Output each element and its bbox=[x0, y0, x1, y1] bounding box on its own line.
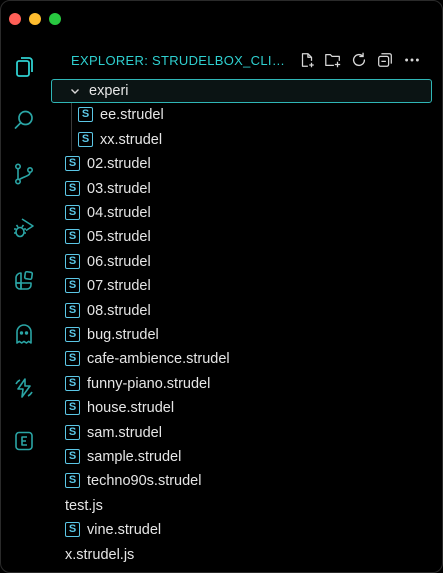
file-label: techno90s.strudel bbox=[87, 473, 202, 490]
tree-item[interactable]: Sbug.strudel bbox=[51, 323, 432, 347]
tree-item[interactable]: S 02.strudel bbox=[51, 152, 432, 176]
strudel-file-icon: S bbox=[65, 351, 80, 367]
file-label: vine.strudel bbox=[87, 522, 162, 539]
file-label: ee.strudel bbox=[100, 107, 164, 124]
new-file-icon[interactable] bbox=[296, 49, 318, 71]
tree-item[interactable]: S 05.strudel bbox=[51, 225, 432, 249]
activity-bar bbox=[1, 41, 47, 572]
folder-experi[interactable]: experi bbox=[51, 79, 432, 103]
tree-item-child[interactable]: See.strudel bbox=[51, 103, 432, 127]
lightning-icon[interactable] bbox=[11, 375, 37, 401]
ghost-icon[interactable] bbox=[11, 321, 37, 347]
file-label: test.js bbox=[65, 497, 103, 514]
tree-item-child[interactable]: Sxx.strudel bbox=[51, 128, 432, 152]
file-label: 04.strudel bbox=[87, 205, 151, 221]
file-label: 03.strudel bbox=[87, 180, 151, 197]
new-folder-icon[interactable] bbox=[322, 49, 344, 71]
file-label: 02.strudel bbox=[87, 156, 151, 173]
run-debug-icon[interactable] bbox=[11, 215, 37, 241]
tree-item[interactable]: S 08.strudel bbox=[51, 299, 432, 323]
strudel-file-icon: S bbox=[65, 156, 80, 172]
collapse-all-icon[interactable] bbox=[374, 49, 396, 71]
file-label: xx.strudel bbox=[100, 131, 163, 148]
file-label: x.strudel.js bbox=[65, 546, 135, 563]
chevron-down-icon bbox=[69, 85, 81, 97]
custom-e-icon[interactable] bbox=[11, 428, 37, 454]
window-controls bbox=[9, 13, 61, 25]
strudel-file-icon: S bbox=[65, 449, 80, 464]
tree-item[interactable]: Svine.strudel bbox=[51, 518, 432, 542]
strudel-file-icon: S bbox=[65, 424, 80, 440]
strudel-file-icon: S bbox=[65, 229, 80, 245]
strudel-file-icon: S bbox=[65, 205, 80, 220]
strudel-file-icon: S bbox=[65, 180, 80, 196]
tree-item[interactable]: Ssam.strudel bbox=[51, 421, 432, 445]
tree-item[interactable]: S 03.strudel bbox=[51, 177, 432, 201]
explorer-title: EXPLORER: STRUDELBOX_CLIENT... bbox=[71, 53, 286, 68]
tree-item[interactable]: S 07.strudel bbox=[51, 274, 432, 298]
strudel-file-icon: S bbox=[65, 278, 80, 294]
file-label: 05.strudel bbox=[87, 229, 151, 246]
maximize-window-button[interactable] bbox=[49, 13, 61, 25]
extensions-icon[interactable] bbox=[11, 268, 37, 294]
editor-window: EXPLORER: STRUDELBOX_CLIENT... experi S … bbox=[0, 0, 443, 573]
file-label: bug.strudel bbox=[87, 327, 159, 343]
refresh-icon[interactable] bbox=[348, 49, 370, 71]
tree-item[interactable]: x.strudel.js bbox=[51, 543, 432, 567]
search-icon[interactable] bbox=[11, 107, 37, 133]
tree-item[interactable]: Ssample.strudel bbox=[51, 445, 432, 469]
file-label: house.strudel bbox=[87, 400, 175, 417]
file-label: funny-piano.strudel bbox=[87, 375, 211, 392]
file-label: cafe-ambience.strudel bbox=[87, 351, 230, 368]
strudel-file-icon: S bbox=[65, 400, 80, 416]
strudel-file-icon: S bbox=[65, 473, 80, 489]
minimize-window-button[interactable] bbox=[29, 13, 41, 25]
strudel-file-icon: S bbox=[65, 327, 80, 342]
strudel-file-icon: S bbox=[65, 522, 80, 538]
source-control-icon[interactable] bbox=[11, 161, 37, 187]
file-label: sam.strudel bbox=[87, 424, 162, 441]
file-label: 07.strudel bbox=[87, 278, 151, 295]
explorer-panel: EXPLORER: STRUDELBOX_CLIENT... experi S … bbox=[47, 41, 442, 572]
file-label: sample.strudel bbox=[87, 449, 182, 465]
tree-item[interactable]: test.js bbox=[51, 494, 432, 518]
strudel-file-icon: S bbox=[65, 375, 80, 391]
tree-item[interactable]: S 06.strudel bbox=[51, 250, 432, 274]
tree-item[interactable]: Scafe-ambience.strudel bbox=[51, 347, 432, 371]
strudel-file-icon: S bbox=[65, 302, 80, 318]
tree-item[interactable]: Sfunny-piano.strudel bbox=[51, 372, 432, 396]
folder-label: experi bbox=[89, 83, 129, 99]
tree-item[interactable]: Stechno90s.strudel bbox=[51, 469, 432, 493]
more-icon[interactable] bbox=[401, 49, 423, 71]
strudel-file-icon: S bbox=[65, 253, 80, 269]
files-icon[interactable] bbox=[11, 54, 37, 80]
strudel-file-icon: S bbox=[78, 131, 93, 147]
tree-item[interactable]: Shouse.strudel bbox=[51, 396, 432, 420]
explorer-header: EXPLORER: STRUDELBOX_CLIENT... bbox=[47, 49, 442, 73]
strudel-file-icon: S bbox=[78, 107, 93, 123]
file-label: 06.strudel bbox=[87, 253, 151, 270]
file-label: 08.strudel bbox=[87, 302, 151, 319]
close-window-button[interactable] bbox=[9, 13, 21, 25]
tree-item[interactable]: S 04.strudel bbox=[51, 201, 432, 225]
